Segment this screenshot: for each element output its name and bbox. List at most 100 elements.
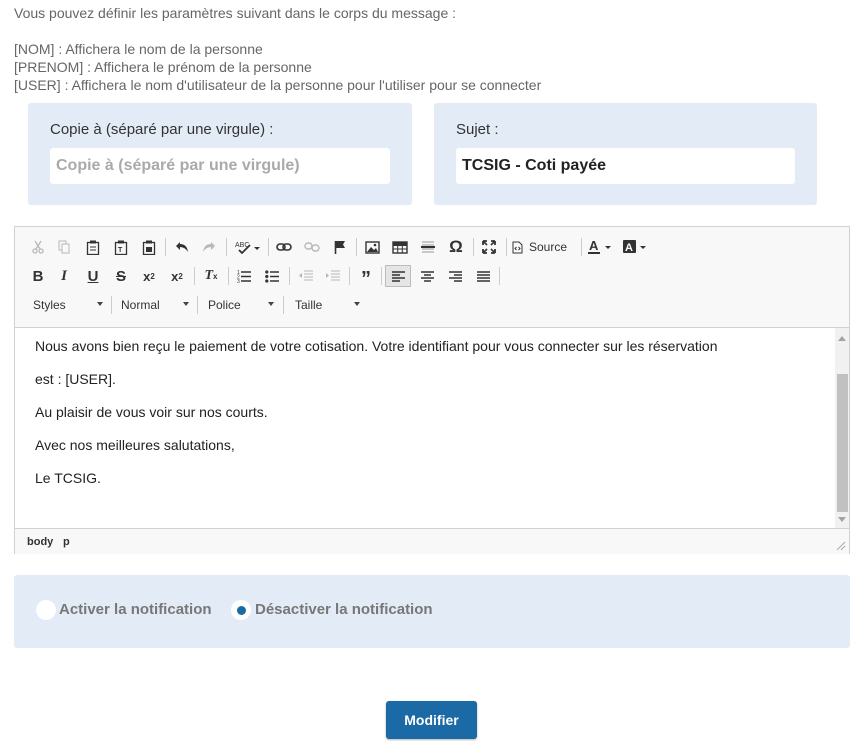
- blockquote-icon[interactable]: ”: [355, 265, 377, 290]
- paste-icon[interactable]: [82, 236, 104, 258]
- unlink-icon[interactable]: [301, 236, 323, 258]
- resize-grip-icon[interactable]: [836, 541, 846, 551]
- cc-input[interactable]: [50, 148, 390, 184]
- info-param-user: [USER] : Affichera le nom d'utilisateur …: [14, 77, 542, 93]
- remove-format-icon[interactable]: Tx: [200, 265, 222, 287]
- scroll-up-icon[interactable]: [838, 336, 846, 341]
- anchor-flag-icon[interactable]: [329, 236, 351, 258]
- strikethrough-icon[interactable]: S: [110, 265, 132, 287]
- toolbar-separator: [349, 267, 350, 285]
- superscript-icon[interactable]: x2: [166, 265, 188, 287]
- source-button[interactable]: Source: [512, 236, 574, 258]
- toolbar-separator: [111, 296, 112, 314]
- horizontal-line-icon[interactable]: [417, 236, 439, 258]
- rich-text-editor: T ABC Ω Source A A B I U S x 2 x 2 T x 1…: [14, 226, 850, 554]
- content-paragraph: Le TCSIG.: [35, 470, 101, 486]
- toolbar-separator: [356, 238, 357, 256]
- activate-notification-label[interactable]: Activer la notification: [59, 601, 212, 618]
- chevron-down-icon: [97, 302, 103, 306]
- toolbar-separator: [381, 267, 382, 285]
- source-label: Source: [529, 240, 568, 254]
- align-right-icon[interactable]: [444, 265, 466, 287]
- toolbar-separator: [268, 238, 269, 256]
- align-center-icon[interactable]: [416, 265, 438, 287]
- toolbar-separator: [289, 267, 290, 285]
- toolbar-separator: [283, 296, 284, 314]
- font-dropdown[interactable]: Police: [208, 294, 274, 316]
- redo-icon[interactable]: [198, 236, 220, 258]
- paste-word-icon[interactable]: [138, 236, 160, 258]
- outdent-icon[interactable]: [295, 265, 317, 287]
- editor-toolbar: T ABC Ω Source A A B I U S x 2 x 2 T x 1…: [15, 227, 849, 328]
- indent-icon[interactable]: [322, 265, 344, 287]
- deactivate-notification-radio[interactable]: [231, 600, 251, 620]
- maximize-icon[interactable]: [478, 236, 500, 258]
- subject-input[interactable]: [456, 148, 795, 184]
- info-param-prenom: [PRENOM] : Affichera le prénom de la per…: [14, 59, 312, 75]
- toolbar-separator: [197, 296, 198, 314]
- styles-dropdown[interactable]: Styles: [33, 294, 103, 316]
- toolbar-separator: [499, 267, 500, 285]
- path-item-body[interactable]: body: [27, 536, 53, 548]
- link-icon[interactable]: [273, 236, 295, 258]
- subject-panel: Sujet :: [434, 103, 817, 205]
- italic-icon[interactable]: I: [53, 265, 75, 287]
- svg-text:A: A: [625, 242, 633, 254]
- content-paragraph: Au plaisir de vous voir sur nos courts.: [35, 404, 268, 420]
- info-intro: Vous pouvez définir les paramètres suiva…: [14, 5, 457, 21]
- format-label: Normal: [121, 298, 160, 312]
- underline-icon[interactable]: U: [82, 265, 104, 287]
- toolbar-separator: [226, 238, 227, 256]
- info-param-nom: [NOM] : Affichera le nom de la personne: [14, 41, 263, 57]
- toolbar-separator: [581, 238, 582, 256]
- text-color-icon[interactable]: A: [587, 236, 617, 258]
- cc-panel: Copie à (séparé par une virgule) :: [28, 103, 412, 205]
- modify-button[interactable]: Modifier: [386, 701, 477, 739]
- align-left-icon[interactable]: [385, 265, 411, 287]
- image-icon[interactable]: [361, 236, 383, 258]
- chevron-down-icon: [354, 302, 360, 306]
- font-label: Police: [208, 298, 241, 312]
- toolbar-separator: [228, 267, 229, 285]
- radio-selected-dot: [237, 606, 246, 615]
- size-label: Taille: [295, 298, 323, 312]
- bullet-list-icon[interactable]: [261, 265, 283, 287]
- toolbar-separator: [194, 267, 195, 285]
- content-paragraph: Avec nos meilleures salutations,: [35, 437, 235, 453]
- numbered-list-icon[interactable]: 123: [233, 265, 255, 287]
- special-char-icon[interactable]: Ω: [445, 236, 467, 258]
- editor-scrollbar[interactable]: [835, 328, 849, 528]
- content-paragraph: Nous avons bien reçu le paiement de votr…: [35, 338, 718, 354]
- notification-panel: Activer la notification Désactiver la no…: [14, 575, 850, 648]
- path-item-p[interactable]: p: [63, 536, 70, 548]
- svg-text:3: 3: [237, 279, 240, 283]
- cc-label: Copie à (séparé par une virgule) :: [50, 121, 274, 138]
- svg-text:A: A: [589, 239, 599, 253]
- content-paragraph: est : [USER].: [35, 371, 116, 387]
- cut-icon[interactable]: [27, 236, 49, 258]
- paste-text-icon[interactable]: T: [110, 236, 132, 258]
- toolbar-separator: [165, 238, 166, 256]
- scroll-down-icon[interactable]: [838, 517, 846, 522]
- element-path-bar: body p: [15, 528, 849, 554]
- toolbar-separator: [473, 238, 474, 256]
- toolbar-separator: [506, 238, 507, 256]
- size-dropdown[interactable]: Taille: [295, 294, 360, 316]
- align-justify-icon[interactable]: [472, 265, 494, 287]
- copy-icon[interactable]: [53, 236, 75, 258]
- scrollbar-thumb[interactable]: [837, 374, 848, 512]
- table-icon[interactable]: [389, 236, 411, 258]
- format-dropdown[interactable]: Normal: [121, 294, 189, 316]
- spellcheck-icon[interactable]: ABC: [234, 236, 262, 258]
- bold-icon[interactable]: B: [27, 265, 49, 287]
- activate-notification-radio[interactable]: [36, 600, 56, 620]
- styles-label: Styles: [33, 298, 66, 312]
- undo-icon[interactable]: [171, 236, 193, 258]
- chevron-down-icon: [183, 302, 189, 306]
- subscript-icon[interactable]: x2: [138, 265, 160, 287]
- deactivate-notification-label[interactable]: Désactiver la notification: [255, 601, 433, 618]
- parameters-info: Vous pouvez définir les paramètres suiva…: [14, 4, 541, 94]
- background-color-icon[interactable]: A: [622, 236, 652, 258]
- svg-text:T: T: [118, 247, 123, 254]
- editor-content[interactable]: Nous avons bien reçu le paiement de votr…: [15, 328, 835, 528]
